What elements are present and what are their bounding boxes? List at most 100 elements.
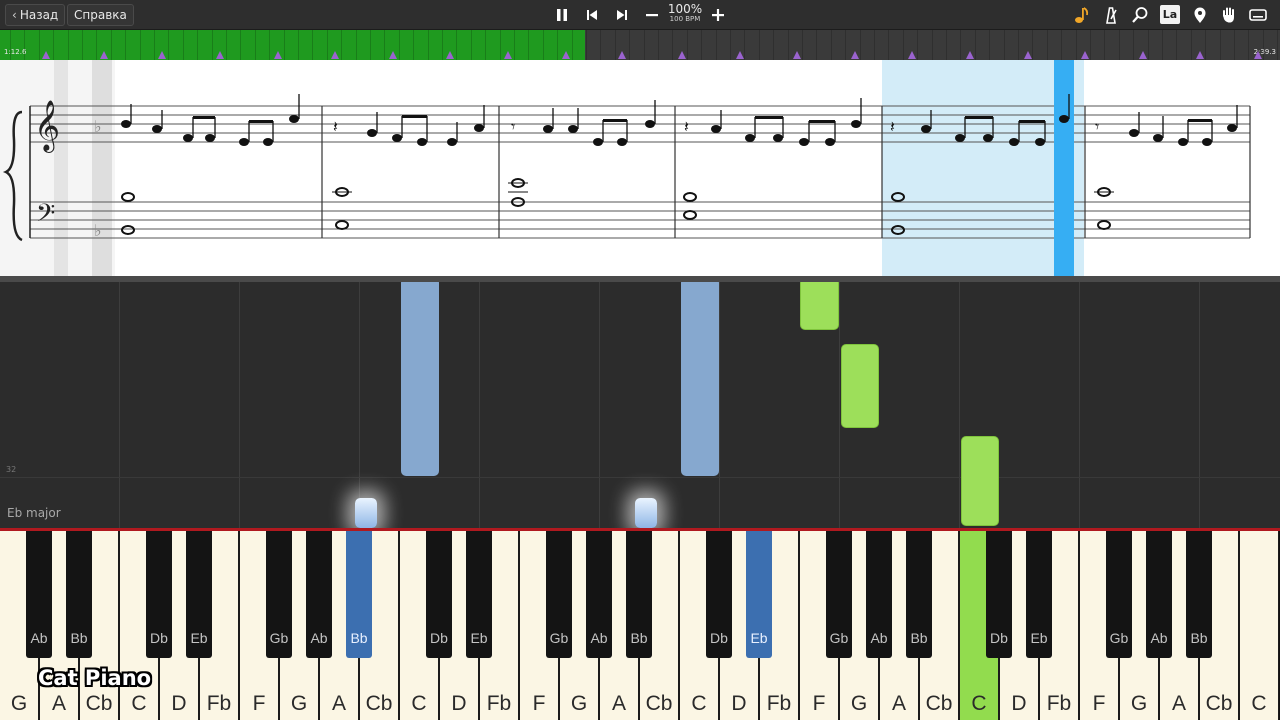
skip-forward-icon[interactable] bbox=[612, 5, 632, 25]
black-key[interactable]: Ab bbox=[866, 531, 892, 658]
timeline-tick bbox=[773, 30, 775, 60]
falling-note-left-hand bbox=[401, 282, 439, 476]
keyboard-icon[interactable] bbox=[1248, 5, 1268, 25]
timeline-tick bbox=[24, 30, 26, 60]
black-key[interactable]: Db bbox=[986, 531, 1012, 658]
falling-note-right-hand bbox=[841, 344, 879, 428]
white-key-label: Cb bbox=[85, 692, 113, 715]
metronome-icon[interactable] bbox=[1101, 5, 1121, 25]
sheet-music[interactable]: 𝄞 𝄢 ♭ ♭ 𝄽 𝄾 𝄽 𝄽 𝄾 bbox=[0, 60, 1280, 276]
timeline-tick bbox=[730, 30, 731, 60]
note-icon[interactable] bbox=[1072, 5, 1092, 25]
black-key[interactable]: Db bbox=[146, 531, 172, 658]
svg-text:𝄽: 𝄽 bbox=[890, 117, 895, 136]
white-key-label: F bbox=[1092, 692, 1106, 715]
black-key[interactable]: Gb bbox=[266, 531, 292, 658]
black-key[interactable]: Ab bbox=[26, 531, 52, 658]
timeline-tick bbox=[845, 30, 847, 60]
timeline-tick bbox=[1003, 30, 1005, 60]
pause-icon[interactable] bbox=[552, 5, 572, 25]
timeline-tick bbox=[384, 30, 386, 60]
timeline-tick bbox=[341, 30, 343, 60]
svg-text:𝄽: 𝄽 bbox=[333, 117, 338, 136]
black-key[interactable]: Gb bbox=[1106, 531, 1132, 658]
sheet-playhead bbox=[1054, 60, 1074, 276]
back-button[interactable]: ‹ Назад bbox=[5, 4, 66, 26]
white-key-label: A bbox=[51, 692, 66, 715]
timeline-tick bbox=[1104, 30, 1106, 60]
timeline-marker bbox=[42, 51, 50, 59]
black-key[interactable]: Bb bbox=[906, 531, 932, 658]
black-key[interactable]: Gb bbox=[826, 531, 852, 658]
hand-icon[interactable] bbox=[1219, 5, 1239, 25]
key-signature-label: Eb major bbox=[7, 506, 61, 520]
white-key-label: Fb bbox=[766, 692, 792, 715]
minus-icon[interactable] bbox=[642, 5, 662, 25]
black-key[interactable]: Ab bbox=[1146, 531, 1172, 658]
la-icon[interactable]: La bbox=[1160, 5, 1180, 24]
timeline-tick bbox=[586, 30, 587, 60]
timeline-tick bbox=[931, 30, 933, 60]
black-key[interactable]: Ab bbox=[306, 531, 332, 658]
timeline-tick bbox=[946, 30, 947, 60]
grid-line bbox=[239, 282, 240, 530]
skip-back-icon[interactable] bbox=[582, 5, 602, 25]
plus-icon[interactable] bbox=[708, 5, 728, 25]
timeline-marker bbox=[793, 51, 801, 59]
timeline-marker bbox=[1254, 51, 1262, 59]
grid-line bbox=[119, 282, 120, 530]
black-key[interactable]: Db bbox=[706, 531, 732, 658]
falling-note-right-hand bbox=[800, 282, 839, 330]
timeline-tick bbox=[254, 30, 256, 60]
top-toolbar: ‹ Назад Справка 100% 100 BPM La bbox=[0, 0, 1280, 30]
svg-text:𝄢: 𝄢 bbox=[36, 199, 55, 234]
timeline-tick bbox=[442, 30, 443, 60]
black-key[interactable]: Bb bbox=[1186, 531, 1212, 658]
timeline-tick bbox=[1118, 30, 1120, 60]
white-key-label: A bbox=[611, 692, 626, 715]
search-icon[interactable] bbox=[1130, 5, 1150, 25]
timeline-tick bbox=[528, 30, 530, 60]
falling-note-glow bbox=[635, 498, 657, 528]
black-key[interactable]: Ab bbox=[586, 531, 612, 658]
black-key[interactable]: Eb bbox=[186, 531, 212, 658]
svg-text:𝄞: 𝄞 bbox=[34, 100, 60, 153]
timeline-tick bbox=[355, 30, 357, 60]
black-key[interactable]: Db bbox=[426, 531, 452, 658]
black-key[interactable]: Eb bbox=[746, 531, 772, 658]
white-key-label: D bbox=[171, 692, 187, 715]
pin-icon[interactable] bbox=[1190, 5, 1210, 25]
timeline-tick bbox=[96, 30, 98, 60]
timeline-tick bbox=[1032, 30, 1034, 60]
black-key[interactable]: Bb bbox=[626, 531, 652, 658]
song-progress-timeline[interactable]: 1:12.6 2:39.3 bbox=[0, 30, 1280, 60]
timeline-tick bbox=[1234, 30, 1235, 60]
help-button[interactable]: Справка bbox=[67, 4, 134, 26]
white-key-label: C bbox=[131, 692, 147, 715]
piano-keyboard[interactable]: G A Cb C D Fb F G A Cb C D Fb F G A Cb C D Fb F G A Cb C D Fb F G A Cb… bbox=[0, 531, 1280, 720]
black-key-label: Ab bbox=[30, 630, 48, 646]
black-key-label: Db bbox=[710, 630, 728, 646]
white-key-label: Fb bbox=[1046, 692, 1072, 715]
timeline-tick bbox=[1176, 30, 1178, 60]
black-key[interactable]: Gb bbox=[546, 531, 572, 658]
timeline-marker bbox=[100, 51, 108, 59]
black-key[interactable]: Eb bbox=[466, 531, 492, 658]
timeline-marker bbox=[1024, 51, 1032, 59]
black-key[interactable]: Eb bbox=[1026, 531, 1052, 658]
speed-readout: 100% 100 BPM bbox=[666, 3, 704, 23]
white-key-label: Cb bbox=[645, 692, 673, 715]
black-key[interactable]: Bb bbox=[346, 531, 372, 658]
measure-number: 32 bbox=[6, 465, 17, 474]
timeline-tick bbox=[168, 30, 170, 60]
timeline-tick bbox=[53, 30, 55, 60]
timeline-tick bbox=[1046, 30, 1048, 60]
timeline-marker bbox=[1196, 51, 1204, 59]
white-key-label: Cb bbox=[365, 692, 393, 715]
black-key[interactable]: Bb bbox=[66, 531, 92, 658]
chevron-left-icon: ‹ bbox=[12, 8, 17, 22]
timeline-tick bbox=[1262, 30, 1264, 60]
timeline-tick bbox=[960, 30, 962, 60]
black-key-label: Db bbox=[150, 630, 168, 646]
white-key[interactable]: C bbox=[1239, 531, 1279, 720]
